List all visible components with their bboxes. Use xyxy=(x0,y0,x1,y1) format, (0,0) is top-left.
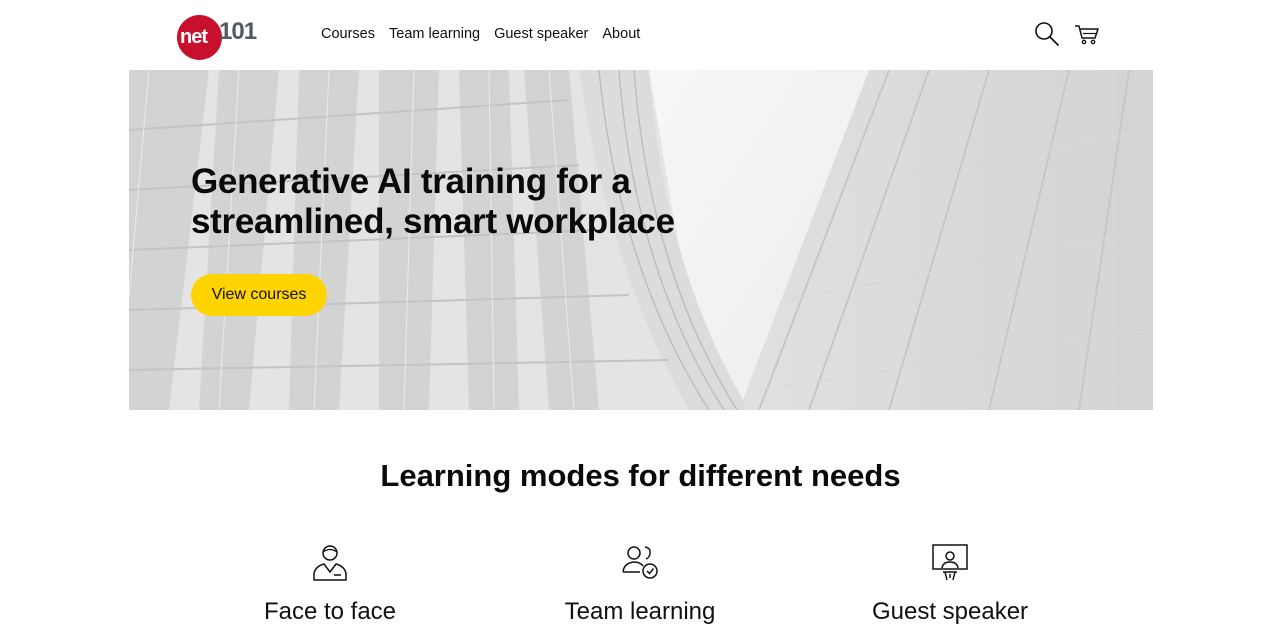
nav-item-team-learning[interactable]: Team learning xyxy=(389,24,480,44)
logo-prefix: net xyxy=(180,26,208,48)
presenter-icon xyxy=(830,540,1070,584)
nav-item-courses[interactable]: Courses xyxy=(321,24,375,44)
mode-team-learning[interactable]: Team learning xyxy=(520,540,760,626)
nav-item-guest-speaker[interactable]: Guest speaker xyxy=(494,24,588,44)
cart-icon xyxy=(1075,25,1099,45)
net101-logo[interactable]: net 101 xyxy=(177,15,261,61)
mode-label: Guest speaker xyxy=(871,598,1029,625)
learning-modes-title: Learning modes for different needs xyxy=(380,458,901,493)
search-icon xyxy=(1035,22,1059,46)
mode-label: Team learning xyxy=(564,598,716,625)
mode-label: Face to face xyxy=(263,598,397,625)
search-button[interactable] xyxy=(1033,20,1061,48)
view-courses-button[interactable]: View courses xyxy=(191,274,327,316)
hero-title: Generative AI training for a streamlined… xyxy=(191,162,675,241)
mode-face-to-face[interactable]: Face to face xyxy=(210,540,450,626)
main-nav: Courses Team learning Guest speaker Abou… xyxy=(321,24,640,44)
hero-banner: Generative AI training for a streamlined… xyxy=(129,70,1153,410)
site-header: net 101 Courses Team learning Guest spea… xyxy=(0,0,1281,70)
mode-guest-speaker[interactable]: Guest speaker xyxy=(830,540,1070,626)
team-check-icon xyxy=(520,540,760,584)
cart-button[interactable] xyxy=(1073,20,1101,48)
person-icon xyxy=(210,540,450,584)
nav-item-about[interactable]: About xyxy=(602,24,640,44)
logo-suffix: 101 xyxy=(219,18,257,45)
header-actions xyxy=(1033,20,1101,48)
